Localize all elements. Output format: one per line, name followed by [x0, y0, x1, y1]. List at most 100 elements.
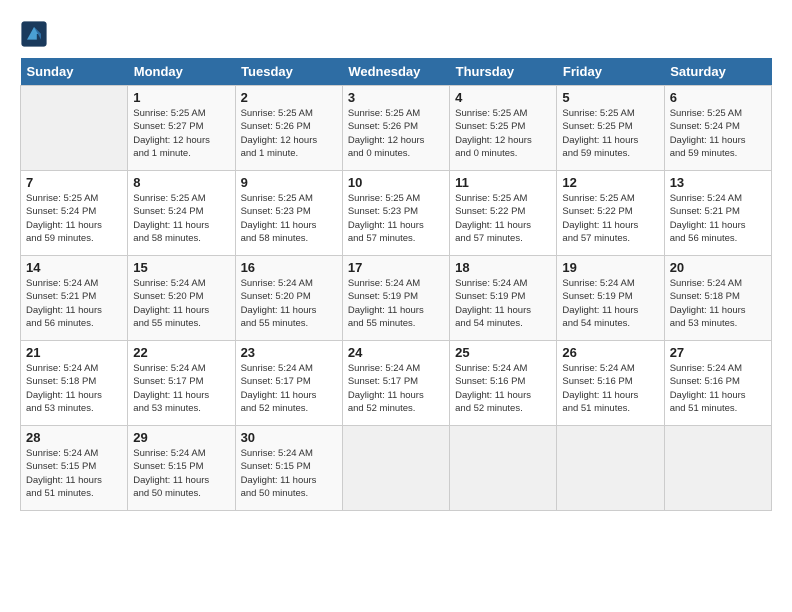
day-number: 19 — [562, 260, 658, 275]
day-detail: Sunrise: 5:25 AM Sunset: 5:26 PM Dayligh… — [348, 107, 444, 160]
day-detail: Sunrise: 5:24 AM Sunset: 5:15 PM Dayligh… — [133, 447, 229, 500]
day-number: 15 — [133, 260, 229, 275]
day-detail: Sunrise: 5:25 AM Sunset: 5:24 PM Dayligh… — [26, 192, 122, 245]
calendar-week-row: 21 Sunrise: 5:24 AM Sunset: 5:18 PM Dayli… — [21, 341, 772, 426]
calendar-cell: 23 Sunrise: 5:24 AM Sunset: 5:17 PM Dayli… — [235, 341, 342, 426]
calendar-cell — [664, 426, 771, 511]
day-detail: Sunrise: 5:25 AM Sunset: 5:22 PM Dayligh… — [455, 192, 551, 245]
day-number: 1 — [133, 90, 229, 105]
calendar-cell: 26 Sunrise: 5:24 AM Sunset: 5:16 PM Dayli… — [557, 341, 664, 426]
calendar-cell: 21 Sunrise: 5:24 AM Sunset: 5:18 PM Dayli… — [21, 341, 128, 426]
weekday-header-wednesday: Wednesday — [342, 58, 449, 86]
day-detail: Sunrise: 5:24 AM Sunset: 5:19 PM Dayligh… — [455, 277, 551, 330]
day-detail: Sunrise: 5:25 AM Sunset: 5:24 PM Dayligh… — [670, 107, 766, 160]
day-detail: Sunrise: 5:25 AM Sunset: 5:22 PM Dayligh… — [562, 192, 658, 245]
weekday-header-saturday: Saturday — [664, 58, 771, 86]
day-number: 26 — [562, 345, 658, 360]
day-detail: Sunrise: 5:24 AM Sunset: 5:18 PM Dayligh… — [670, 277, 766, 330]
calendar-cell: 25 Sunrise: 5:24 AM Sunset: 5:16 PM Dayli… — [450, 341, 557, 426]
logo-icon — [20, 20, 48, 48]
day-number: 22 — [133, 345, 229, 360]
day-detail: Sunrise: 5:24 AM Sunset: 5:17 PM Dayligh… — [348, 362, 444, 415]
day-detail: Sunrise: 5:24 AM Sunset: 5:16 PM Dayligh… — [455, 362, 551, 415]
calendar-cell: 8 Sunrise: 5:25 AM Sunset: 5:24 PM Daylig… — [128, 171, 235, 256]
day-number: 21 — [26, 345, 122, 360]
calendar-cell — [557, 426, 664, 511]
day-number: 4 — [455, 90, 551, 105]
calendar-cell: 24 Sunrise: 5:24 AM Sunset: 5:17 PM Dayli… — [342, 341, 449, 426]
calendar-cell — [21, 86, 128, 171]
day-detail: Sunrise: 5:24 AM Sunset: 5:21 PM Dayligh… — [670, 192, 766, 245]
day-number: 17 — [348, 260, 444, 275]
day-detail: Sunrise: 5:24 AM Sunset: 5:20 PM Dayligh… — [241, 277, 337, 330]
day-detail: Sunrise: 5:25 AM Sunset: 5:26 PM Dayligh… — [241, 107, 337, 160]
calendar-cell: 14 Sunrise: 5:24 AM Sunset: 5:21 PM Dayli… — [21, 256, 128, 341]
page-header — [20, 20, 772, 48]
weekday-header-sunday: Sunday — [21, 58, 128, 86]
weekday-header-row: SundayMondayTuesdayWednesdayThursdayFrid… — [21, 58, 772, 86]
day-detail: Sunrise: 5:24 AM Sunset: 5:15 PM Dayligh… — [241, 447, 337, 500]
calendar-cell: 1 Sunrise: 5:25 AM Sunset: 5:27 PM Daylig… — [128, 86, 235, 171]
calendar-week-row: 1 Sunrise: 5:25 AM Sunset: 5:27 PM Daylig… — [21, 86, 772, 171]
day-detail: Sunrise: 5:24 AM Sunset: 5:19 PM Dayligh… — [348, 277, 444, 330]
weekday-header-friday: Friday — [557, 58, 664, 86]
weekday-header-thursday: Thursday — [450, 58, 557, 86]
calendar-cell: 7 Sunrise: 5:25 AM Sunset: 5:24 PM Daylig… — [21, 171, 128, 256]
day-detail: Sunrise: 5:25 AM Sunset: 5:25 PM Dayligh… — [455, 107, 551, 160]
day-number: 8 — [133, 175, 229, 190]
calendar-cell: 9 Sunrise: 5:25 AM Sunset: 5:23 PM Daylig… — [235, 171, 342, 256]
day-number: 29 — [133, 430, 229, 445]
calendar-table: SundayMondayTuesdayWednesdayThursdayFrid… — [20, 58, 772, 511]
day-detail: Sunrise: 5:24 AM Sunset: 5:21 PM Dayligh… — [26, 277, 122, 330]
day-detail: Sunrise: 5:24 AM Sunset: 5:15 PM Dayligh… — [26, 447, 122, 500]
calendar-cell: 17 Sunrise: 5:24 AM Sunset: 5:19 PM Dayli… — [342, 256, 449, 341]
calendar-cell: 29 Sunrise: 5:24 AM Sunset: 5:15 PM Dayli… — [128, 426, 235, 511]
day-detail: Sunrise: 5:25 AM Sunset: 5:25 PM Dayligh… — [562, 107, 658, 160]
calendar-cell: 13Sunrise: 5:24 AM Sunset: 5:21 PM Dayli… — [664, 171, 771, 256]
logo — [20, 20, 52, 48]
day-number: 7 — [26, 175, 122, 190]
calendar-cell: 3 Sunrise: 5:25 AM Sunset: 5:26 PM Daylig… — [342, 86, 449, 171]
day-number: 23 — [241, 345, 337, 360]
day-detail: Sunrise: 5:25 AM Sunset: 5:24 PM Dayligh… — [133, 192, 229, 245]
day-number: 25 — [455, 345, 551, 360]
day-detail: Sunrise: 5:24 AM Sunset: 5:16 PM Dayligh… — [562, 362, 658, 415]
day-number: 14 — [26, 260, 122, 275]
day-detail: Sunrise: 5:24 AM Sunset: 5:18 PM Dayligh… — [26, 362, 122, 415]
weekday-header-tuesday: Tuesday — [235, 58, 342, 86]
calendar-cell: 15 Sunrise: 5:24 AM Sunset: 5:20 PM Dayli… — [128, 256, 235, 341]
calendar-week-row: 28 Sunrise: 5:24 AM Sunset: 5:15 PM Dayli… — [21, 426, 772, 511]
day-number: 28 — [26, 430, 122, 445]
day-number: 16 — [241, 260, 337, 275]
day-number: 30 — [241, 430, 337, 445]
calendar-cell: 18 Sunrise: 5:24 AM Sunset: 5:19 PM Dayli… — [450, 256, 557, 341]
day-detail: Sunrise: 5:24 AM Sunset: 5:19 PM Dayligh… — [562, 277, 658, 330]
day-number: 27 — [670, 345, 766, 360]
calendar-cell: 20 Sunrise: 5:24 AM Sunset: 5:18 PM Dayli… — [664, 256, 771, 341]
day-detail: Sunrise: 5:24 AM Sunset: 5:20 PM Dayligh… — [133, 277, 229, 330]
day-number: 10 — [348, 175, 444, 190]
day-number: 2 — [241, 90, 337, 105]
day-detail: Sunrise: 5:25 AM Sunset: 5:27 PM Dayligh… — [133, 107, 229, 160]
calendar-cell: 28 Sunrise: 5:24 AM Sunset: 5:15 PM Dayli… — [21, 426, 128, 511]
day-number: 9 — [241, 175, 337, 190]
day-detail: Sunrise: 5:25 AM Sunset: 5:23 PM Dayligh… — [241, 192, 337, 245]
day-number: 24 — [348, 345, 444, 360]
calendar-cell: 12Sunrise: 5:25 AM Sunset: 5:22 PM Dayli… — [557, 171, 664, 256]
calendar-cell: 19 Sunrise: 5:24 AM Sunset: 5:19 PM Dayli… — [557, 256, 664, 341]
calendar-cell — [342, 426, 449, 511]
calendar-cell: 5 Sunrise: 5:25 AM Sunset: 5:25 PM Daylig… — [557, 86, 664, 171]
calendar-cell: 27Sunrise: 5:24 AM Sunset: 5:16 PM Dayli… — [664, 341, 771, 426]
day-number: 5 — [562, 90, 658, 105]
calendar-week-row: 14 Sunrise: 5:24 AM Sunset: 5:21 PM Dayli… — [21, 256, 772, 341]
day-number: 20 — [670, 260, 766, 275]
day-detail: Sunrise: 5:24 AM Sunset: 5:17 PM Dayligh… — [241, 362, 337, 415]
day-number: 3 — [348, 90, 444, 105]
day-number: 18 — [455, 260, 551, 275]
calendar-cell: 30 Sunrise: 5:24 AM Sunset: 5:15 PM Dayli… — [235, 426, 342, 511]
calendar-week-row: 7 Sunrise: 5:25 AM Sunset: 5:24 PM Daylig… — [21, 171, 772, 256]
calendar-cell: 2 Sunrise: 5:25 AM Sunset: 5:26 PM Daylig… — [235, 86, 342, 171]
day-detail: Sunrise: 5:25 AM Sunset: 5:23 PM Dayligh… — [348, 192, 444, 245]
day-number: 6 — [670, 90, 766, 105]
calendar-cell: 6 Sunrise: 5:25 AM Sunset: 5:24 PM Daylig… — [664, 86, 771, 171]
